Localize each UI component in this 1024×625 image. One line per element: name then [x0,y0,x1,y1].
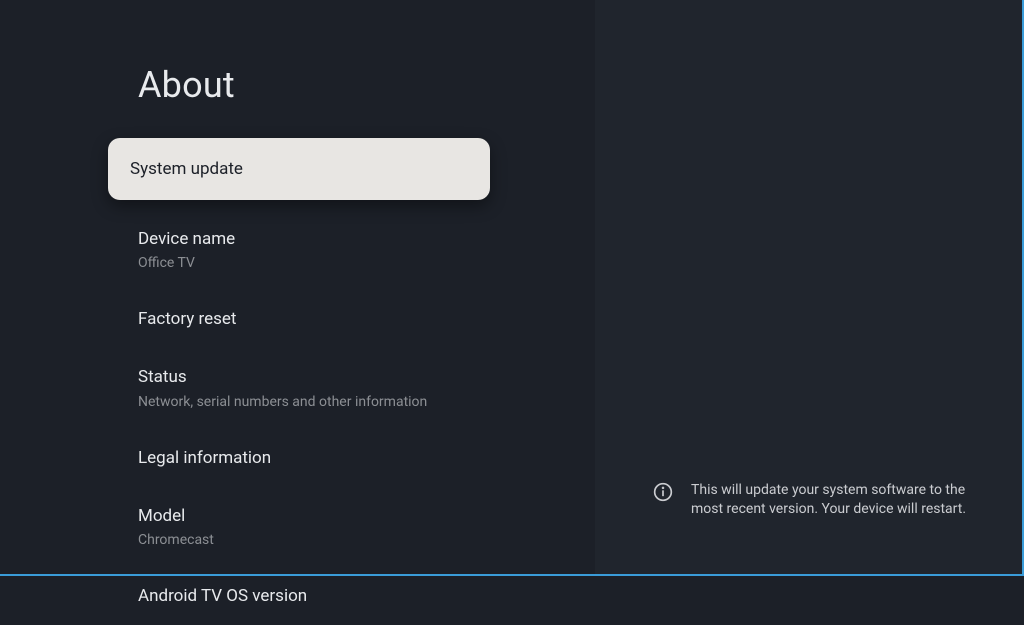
menu-item-label: Status [138,366,573,388]
menu-item-factory-reset[interactable]: Factory reset [138,292,595,348]
menu-item-label: Legal information [138,447,573,469]
menu-item-label: Device name [138,228,573,250]
menu-item-subtitle: Office TV [138,254,573,272]
right-panel: This will update your system software to… [595,0,1024,576]
left-panel: About System update Device name Office T… [0,0,595,576]
menu-item-model[interactable]: Model Chromecast [138,489,595,567]
menu-item-system-update[interactable]: System update [108,138,490,200]
menu-item-android-tv-os-version[interactable]: Android TV OS version [138,569,595,625]
info-text: This will update your system software to… [691,481,992,520]
info-icon [653,482,673,502]
menu-item-legal-information[interactable]: Legal information [138,431,595,487]
menu-item-device-name[interactable]: Device name Office TV [138,212,595,290]
menu-item-subtitle: Chromecast [138,531,573,549]
menu-item-label: System update [130,158,468,180]
menu-item-subtitle: Network, serial numbers and other inform… [138,393,573,411]
menu-list: System update Device name Office TV Fact… [138,138,595,625]
menu-item-label: Android TV OS version [138,585,573,607]
info-block: This will update your system software to… [653,481,992,520]
menu-item-label: Factory reset [138,308,573,330]
menu-item-status[interactable]: Status Network, serial numbers and other… [138,350,595,428]
page-title: About [138,64,595,106]
menu-item-label: Model [138,505,573,527]
